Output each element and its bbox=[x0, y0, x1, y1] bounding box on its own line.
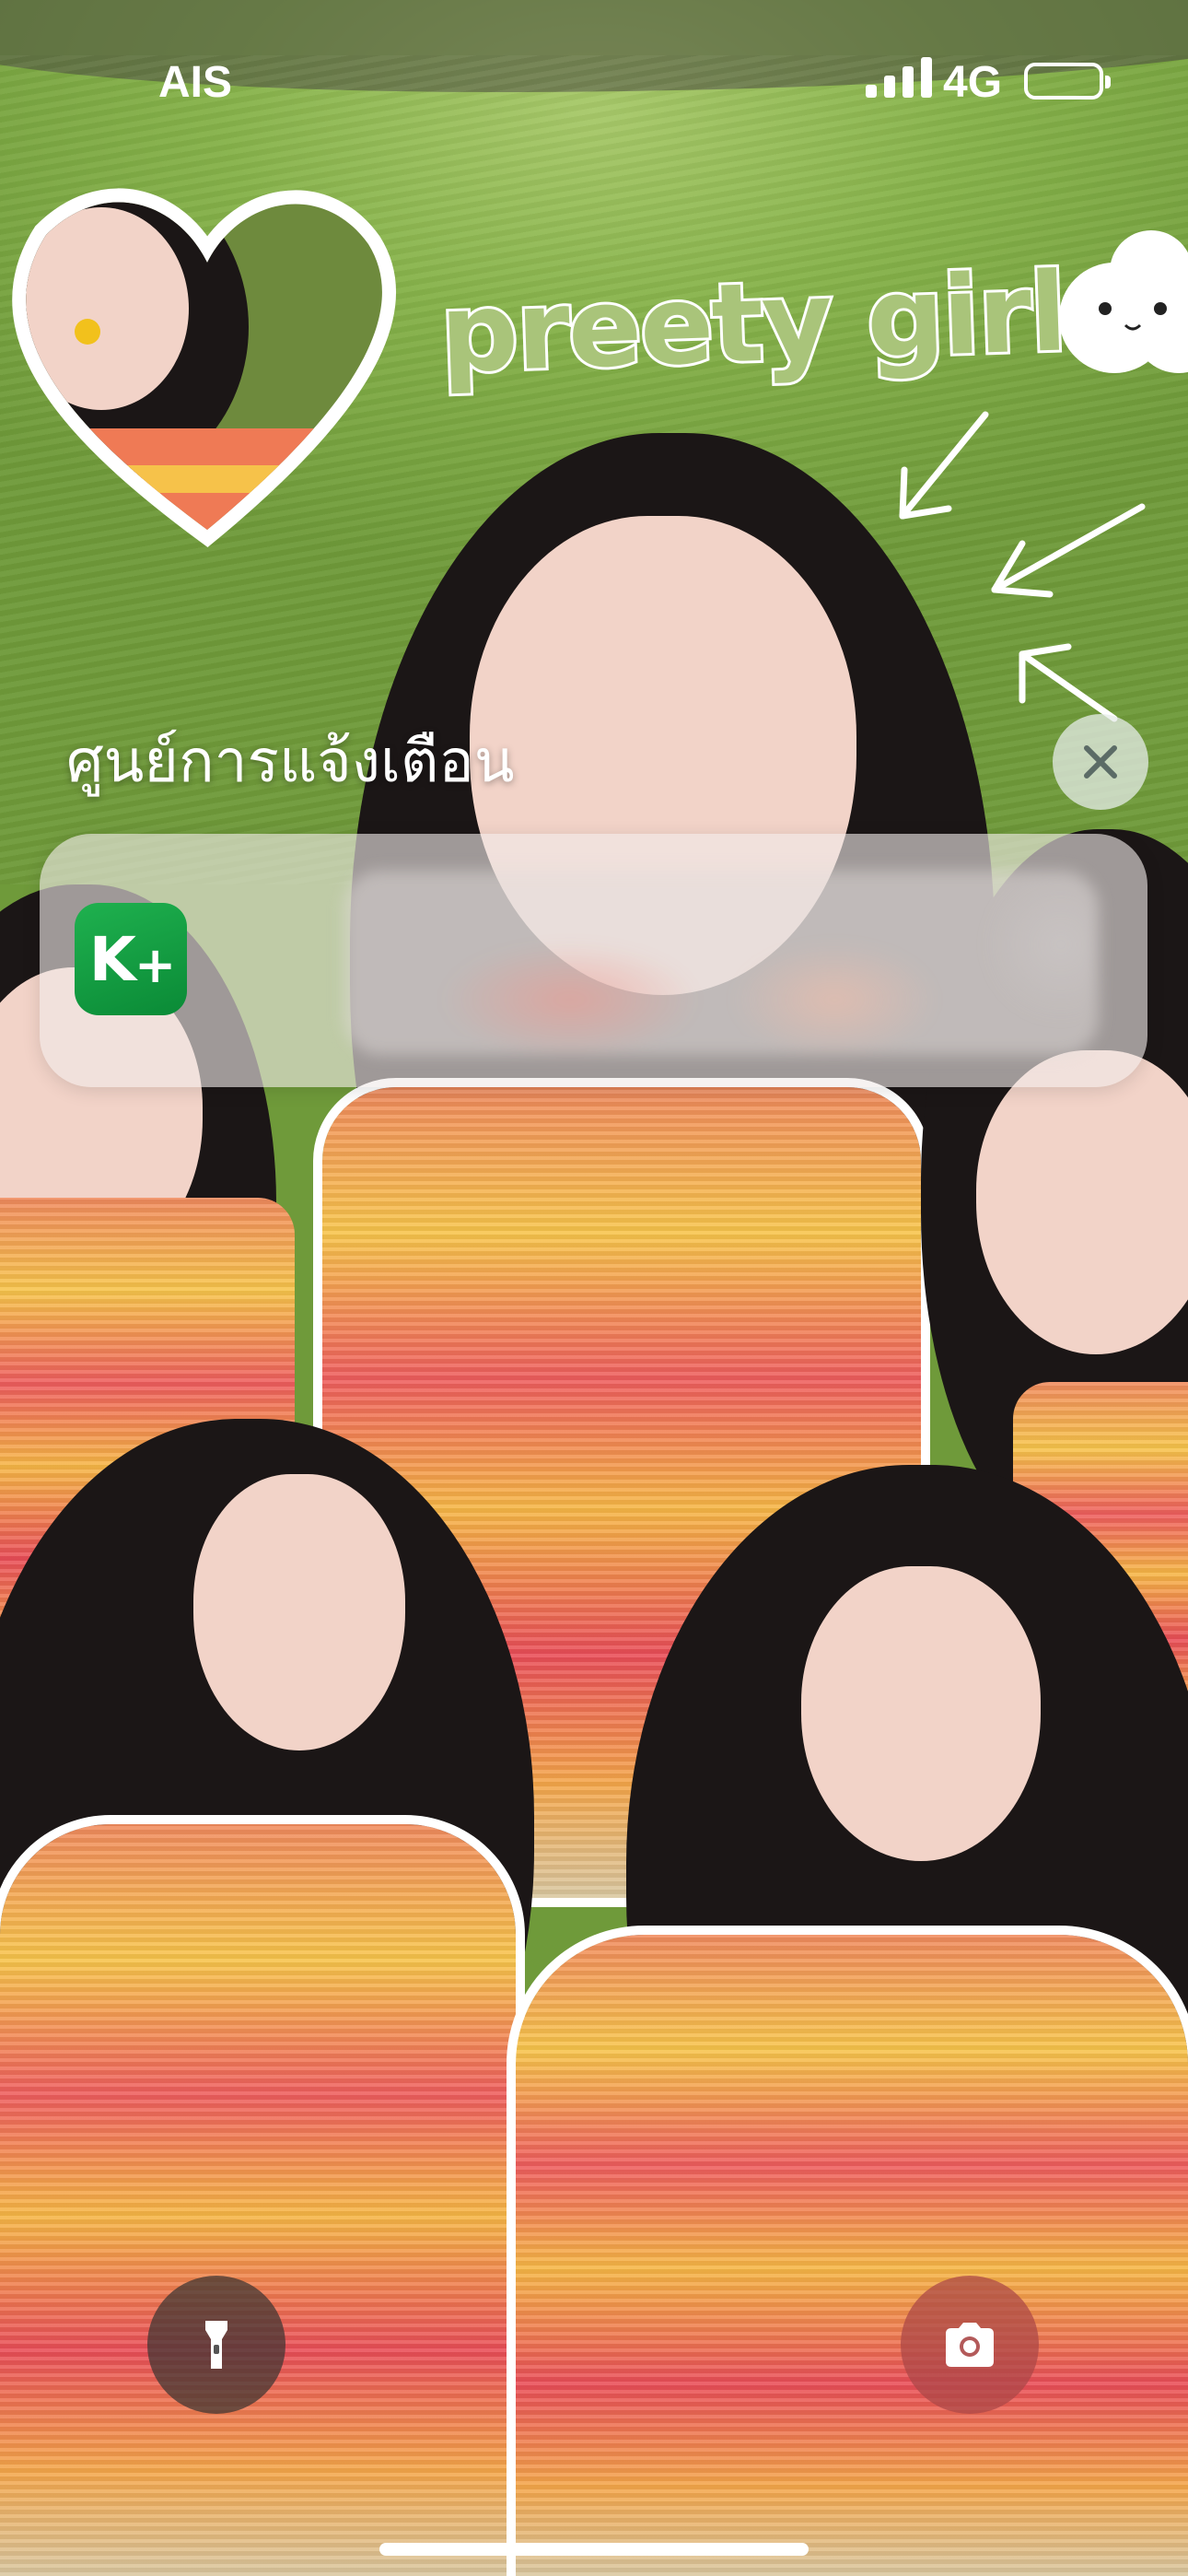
status-bar: AIS 4G bbox=[0, 0, 1188, 157]
camera-button[interactable] bbox=[901, 2276, 1039, 2414]
wallpaper-figure-face bbox=[801, 1566, 1041, 1861]
camera-icon bbox=[946, 2323, 994, 2367]
notification-center-heading: ศูนย์การแจ้งเตือน bbox=[66, 728, 515, 796]
lock-screen-wallpaper: preety girls bbox=[0, 0, 1188, 2576]
close-icon bbox=[1084, 745, 1117, 779]
kplus-notification[interactable]: K + bbox=[40, 834, 1147, 1087]
heart-photo-sticker bbox=[12, 188, 396, 548]
cellular-signal-icon bbox=[866, 57, 932, 98]
app-icon-letter: K bbox=[88, 923, 136, 995]
wallpaper-figure-face bbox=[193, 1474, 405, 1751]
notification-content-blurred bbox=[344, 871, 1099, 1055]
flashlight-icon bbox=[205, 2321, 227, 2369]
flashlight-button[interactable] bbox=[147, 2276, 285, 2414]
carrier-label: AIS bbox=[158, 58, 233, 107]
clear-notifications-button[interactable] bbox=[1053, 714, 1148, 810]
wallpaper-figure-sweater bbox=[0, 1815, 525, 2576]
network-type-label: 4G bbox=[943, 58, 1003, 107]
app-icon-plus: + bbox=[134, 935, 176, 994]
home-indicator[interactable] bbox=[379, 2543, 809, 2556]
cloud-sticker-icon bbox=[1059, 230, 1188, 373]
battery-icon bbox=[1024, 63, 1111, 100]
wallpaper-sticker-text: preety girls bbox=[436, 243, 1133, 400]
kplus-app-icon: K + bbox=[75, 903, 187, 1015]
wallpaper-figure-sweater bbox=[507, 1926, 1188, 2576]
